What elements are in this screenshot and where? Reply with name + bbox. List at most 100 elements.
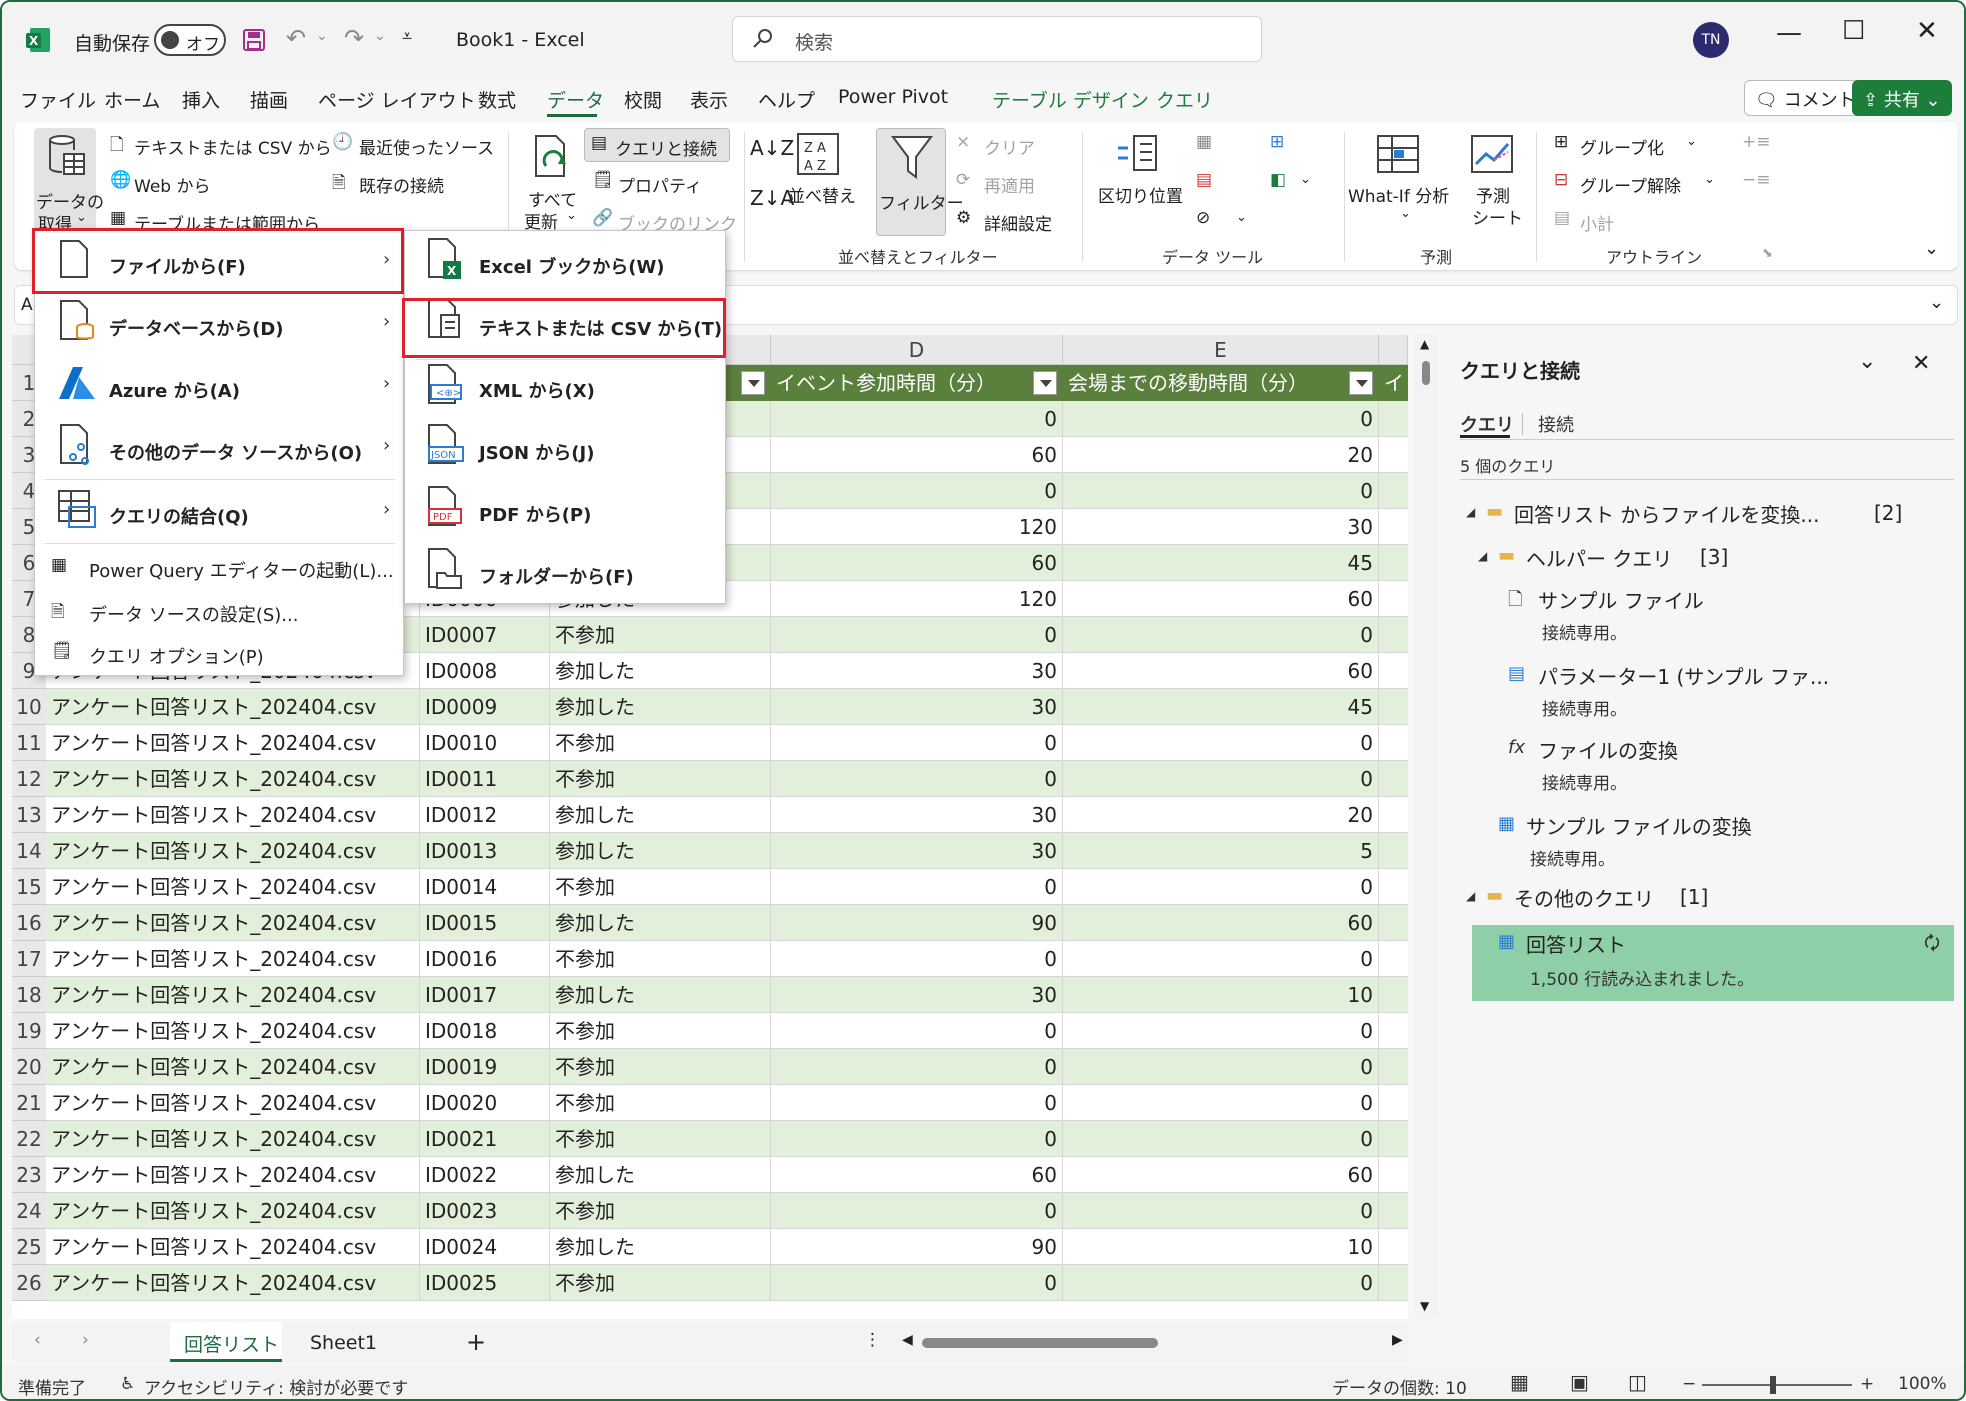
table-cell[interactable]: 0: [1063, 473, 1379, 509]
ribbon-group[interactable]: グループ化: [1580, 134, 1664, 159]
table-cell[interactable]: [1379, 1049, 1408, 1085]
maximize-icon[interactable]: ☐: [1842, 16, 1865, 46]
ribbon-whatif[interactable]: What-If 分析: [1348, 182, 1449, 207]
redo-dropdown-icon[interactable]: ⌄: [374, 28, 386, 44]
table-cell[interactable]: ID0019: [420, 1049, 550, 1085]
row-header[interactable]: 12: [12, 761, 46, 797]
ribbon-properties[interactable]: プロパティ: [618, 172, 702, 197]
column-header-d[interactable]: D: [771, 335, 1063, 365]
table-cell[interactable]: [1379, 1085, 1408, 1121]
table-cell[interactable]: 0: [771, 617, 1063, 653]
row-header[interactable]: 21: [12, 1085, 46, 1121]
table-cell[interactable]: 90: [771, 905, 1063, 941]
table-cell[interactable]: アンケート回答リスト_202404.csv: [46, 797, 420, 833]
refresh-all-icon[interactable]: [532, 134, 572, 180]
table-cell[interactable]: 0: [771, 1193, 1063, 1229]
sort-icon[interactable]: Z A A Z: [796, 132, 840, 176]
sheet-tab-answer-list[interactable]: 回答リスト: [170, 1322, 282, 1362]
page-layout-icon[interactable]: ▣: [1570, 1370, 1589, 1394]
table-cell[interactable]: アンケート回答リスト_202404.csv: [46, 833, 420, 869]
query-transform-file[interactable]: ファイルの変換: [1538, 735, 1678, 764]
close-icon[interactable]: ✕: [1916, 16, 1938, 46]
table-cell[interactable]: 120: [771, 581, 1063, 617]
table-cell[interactable]: 10: [1063, 977, 1379, 1013]
forecast-label-2[interactable]: シート: [1472, 204, 1523, 229]
data-validation-icon[interactable]: ⊘: [1196, 208, 1210, 228]
scroll-left-icon[interactable]: ◀: [902, 1332, 913, 1348]
scroll-thumb[interactable]: [1422, 361, 1430, 385]
get-data-button[interactable]: データの 取得 ⌄: [34, 128, 104, 236]
query-parameter[interactable]: パラメーター1 (サンプル ファ...: [1538, 661, 1829, 690]
zoom-level[interactable]: 100%: [1898, 1374, 1947, 1394]
table-cell[interactable]: 30: [771, 977, 1063, 1013]
table-cell[interactable]: アンケート回答リスト_202404.csv: [46, 1049, 420, 1085]
table-cell[interactable]: 参加した: [550, 833, 771, 869]
query-transform-sample[interactable]: サンプル ファイルの変換: [1526, 811, 1752, 840]
table-cell[interactable]: ID0025: [420, 1265, 550, 1301]
scroll-up-icon[interactable]: ▲: [1420, 337, 1429, 351]
table-cell[interactable]: 参加した: [550, 689, 771, 725]
table-cell[interactable]: 0: [1063, 1193, 1379, 1229]
status-accessibility[interactable]: アクセシビリティ: 検討が必要です: [144, 1374, 408, 1399]
table-cell[interactable]: 不参加: [550, 761, 771, 797]
name-box[interactable]: A: [21, 295, 33, 315]
table-cell[interactable]: ID0018: [420, 1013, 550, 1049]
table-cell[interactable]: 60: [771, 545, 1063, 581]
tab-draw[interactable]: 描画: [250, 86, 288, 113]
table-cell[interactable]: ID0011: [420, 761, 550, 797]
query-folder-3[interactable]: その他のクエリ: [1514, 883, 1654, 912]
expand-triangle-icon[interactable]: ◢: [1478, 549, 1487, 563]
table-cell[interactable]: ID0007: [420, 617, 550, 653]
row-header[interactable]: 13: [12, 797, 46, 833]
table-cell[interactable]: 60: [1063, 1157, 1379, 1193]
user-avatar[interactable]: TN: [1693, 22, 1729, 58]
ribbon-recent-sources[interactable]: 最近使ったソース: [359, 134, 494, 159]
formula-expand-icon[interactable]: ⌄: [1929, 292, 1944, 313]
table-cell[interactable]: [1379, 689, 1408, 725]
table-cell[interactable]: 不参加: [550, 725, 771, 761]
table-cell[interactable]: 0: [1063, 401, 1379, 437]
table-cell[interactable]: [1379, 1265, 1408, 1301]
table-cell[interactable]: ID0014: [420, 869, 550, 905]
row-header[interactable]: 18: [12, 977, 46, 1013]
row-header[interactable]: 10: [12, 689, 46, 725]
undo-icon[interactable]: ↶: [286, 24, 306, 52]
sort-az-icon[interactable]: A↓Z: [750, 136, 794, 160]
ribbon-collapse-icon[interactable]: ⌄: [1924, 238, 1939, 259]
table-cell[interactable]: ID0022: [420, 1157, 550, 1193]
table-cell[interactable]: アンケート回答リスト_202404.csv: [46, 905, 420, 941]
table-cell[interactable]: アンケート回答リスト_202404.csv: [46, 1265, 420, 1301]
add-sheet-icon[interactable]: +: [466, 1328, 486, 1356]
table-cell[interactable]: [1379, 401, 1408, 437]
table-cell[interactable]: 不参加: [550, 1121, 771, 1157]
filter-button[interactable]: フィルター: [876, 128, 964, 236]
table-cell[interactable]: ID0015: [420, 905, 550, 941]
table-cell[interactable]: 60: [1063, 905, 1379, 941]
table-cell[interactable]: ID0008: [420, 653, 550, 689]
table-cell[interactable]: [1379, 1121, 1408, 1157]
table-cell[interactable]: 0: [771, 1049, 1063, 1085]
table-cell[interactable]: 参加した: [550, 1157, 771, 1193]
table-cell[interactable]: [1379, 581, 1408, 617]
table-cell[interactable]: 0: [771, 761, 1063, 797]
table-cell[interactable]: [1379, 905, 1408, 941]
submenu-pdf[interactable]: PDF から(P): [479, 501, 591, 527]
table-cell[interactable]: 0: [1063, 617, 1379, 653]
table-cell[interactable]: 不参加: [550, 1193, 771, 1229]
table-cell[interactable]: 参加した: [550, 653, 771, 689]
horizontal-scroll-thumb[interactable]: [922, 1338, 1158, 1348]
table-cell[interactable]: アンケート回答リスト_202404.csv: [46, 1085, 420, 1121]
zoom-slider-track[interactable]: [1702, 1384, 1852, 1386]
tab-insert[interactable]: 挿入: [182, 86, 220, 113]
page-break-icon[interactable]: ◫: [1628, 1370, 1647, 1394]
menu-combine-queries[interactable]: クエリの結合(Q): [109, 503, 249, 529]
table-cell[interactable]: ID0023: [420, 1193, 550, 1229]
table-cell[interactable]: 45: [1063, 545, 1379, 581]
table-cell[interactable]: 20: [1063, 437, 1379, 473]
table-cell[interactable]: 不参加: [550, 1049, 771, 1085]
table-cell[interactable]: [1379, 977, 1408, 1013]
tab-formulas[interactable]: 数式: [478, 86, 516, 113]
table-cell[interactable]: ID0016: [420, 941, 550, 977]
chevron-down-icon[interactable]: ⌄: [1300, 172, 1311, 187]
table-cell[interactable]: 0: [771, 1013, 1063, 1049]
